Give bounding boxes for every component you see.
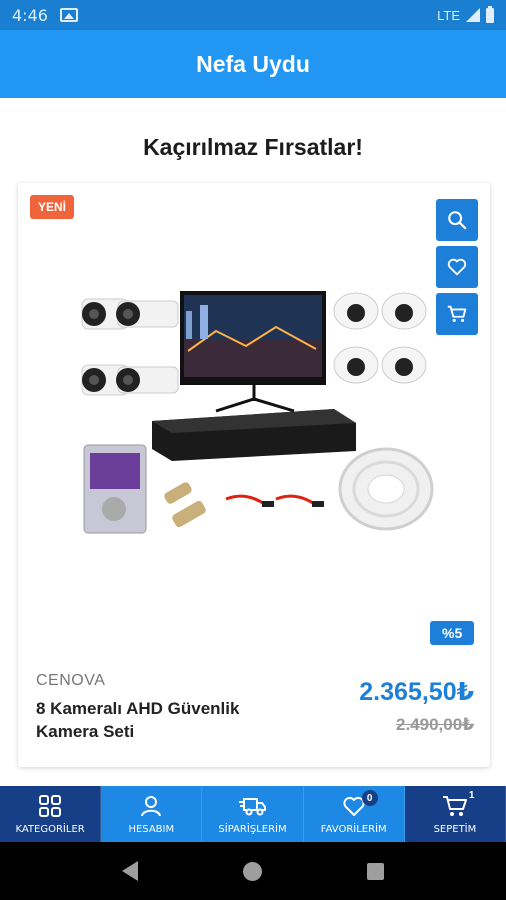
status-time: 4:46: [12, 5, 48, 25]
truck-icon: [238, 797, 266, 815]
new-badge: YENİ: [30, 195, 75, 219]
cctv-kit-image[interactable]: [76, 291, 436, 551]
nav-label: SİPARİŞLERİM: [218, 823, 287, 835]
nav-item-account[interactable]: HESABIM: [101, 786, 203, 842]
nav-label: FAVORİLERİM: [320, 823, 387, 835]
quick-view-button[interactable]: [436, 199, 478, 241]
recents-icon[interactable]: [366, 862, 384, 880]
app-bar: Nefa Uydu: [0, 30, 506, 98]
cart-count-badge: 1: [468, 790, 475, 801]
bnc-connectors: [164, 482, 206, 528]
product-old-price: 2.490,00₺: [395, 715, 474, 734]
nav-label: HESABIM: [128, 823, 175, 835]
monitor: [180, 291, 326, 413]
discount-badge: %5: [430, 621, 475, 645]
grid-icon: [39, 794, 62, 817]
add-to-favorites-button[interactable]: [436, 246, 478, 288]
product-name[interactable]: 8 Kameralı AHD Güvenlik Kamera Seti: [36, 697, 296, 743]
bullet-camera: [81, 364, 179, 396]
hard-disk: [83, 444, 147, 534]
status-bar: 4:46 LTE: [0, 0, 506, 30]
product-price: 2.365,50₺: [359, 678, 474, 706]
search-icon: [448, 211, 467, 230]
cart-icon: [447, 305, 467, 322]
power-cables: [225, 494, 324, 507]
dvr-recorder: [152, 409, 356, 461]
section-title: Kaçırılmaz Fırsatlar!: [143, 134, 363, 160]
home-icon[interactable]: [242, 861, 262, 881]
heart-icon: [447, 258, 467, 276]
nav-item-favorites[interactable]: 0 FAVORİLERİM: [304, 786, 405, 842]
bullet-camera: [81, 298, 179, 330]
product-brand: CENOVA: [36, 672, 106, 689]
bottom-navigation: KATEGORİLER HESABIM SİPARİŞLERİM 0 FAVOR…: [0, 786, 506, 842]
cart-icon: [442, 795, 467, 816]
favorites-count-badge: 0: [361, 790, 378, 806]
signal-icon: [466, 8, 480, 22]
app-title: Nefa Uydu: [196, 50, 310, 77]
status-indicators: LTE: [437, 5, 494, 23]
battery-icon: [486, 5, 494, 23]
system-navigation-bar: [0, 842, 506, 900]
nav-label: SEPETİM: [433, 823, 477, 835]
nav-item-categories[interactable]: KATEGORİLER: [0, 786, 102, 842]
image-notification-icon: [59, 8, 78, 22]
back-icon[interactable]: [122, 861, 139, 881]
nav-item-cart[interactable]: 1 SEPETİM: [404, 786, 506, 842]
network-type: LTE: [437, 7, 460, 23]
nav-item-orders[interactable]: SİPARİŞLERİM: [202, 786, 304, 842]
dome-camera: [333, 292, 427, 384]
add-to-cart-button[interactable]: [436, 293, 478, 335]
nav-label: KATEGORİLER: [15, 823, 85, 835]
product-card[interactable]: YENİ %5 CENOVA 8 Kameralı AHD Güvenlik K…: [18, 183, 490, 767]
user-icon: [141, 795, 162, 816]
cable-roll: [338, 447, 434, 531]
